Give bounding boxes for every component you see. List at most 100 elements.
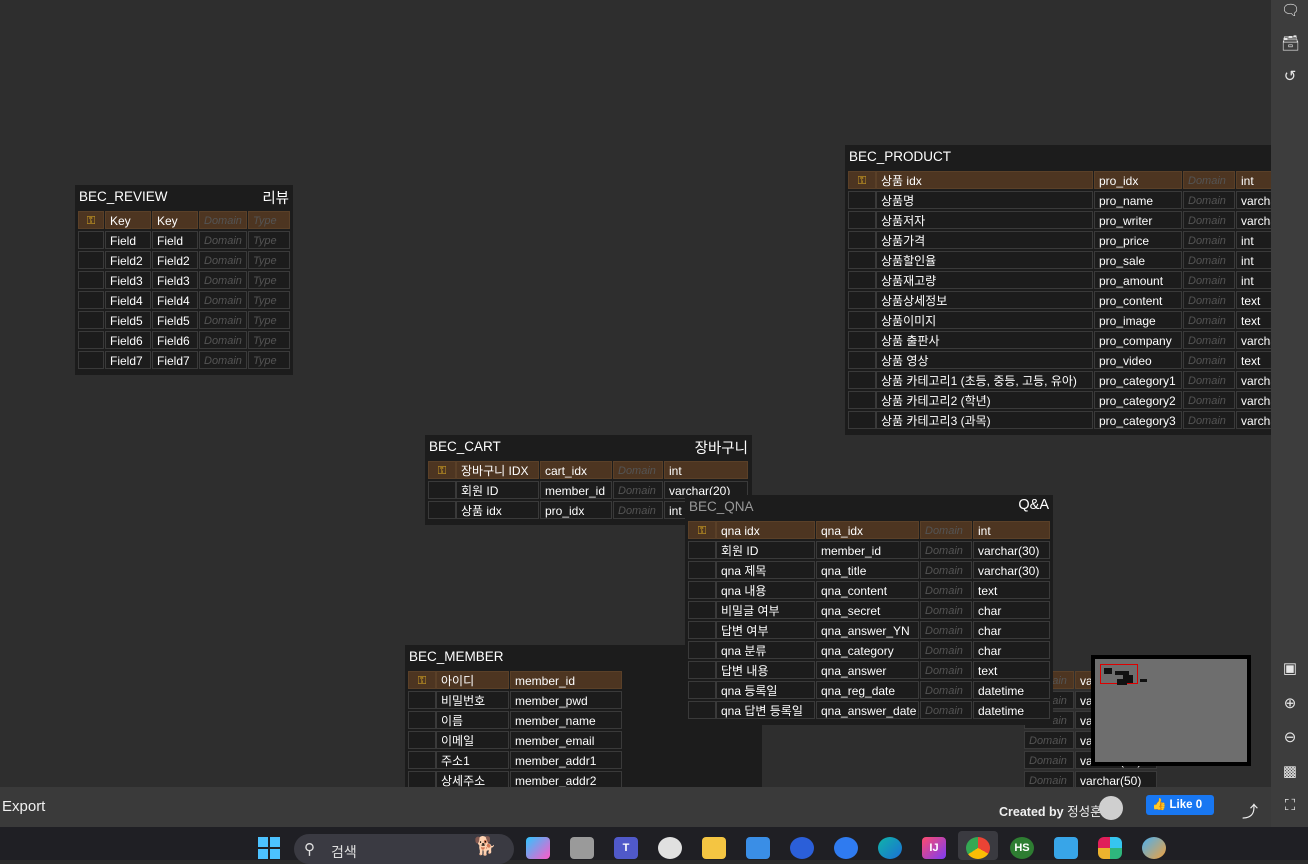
logical-name-cell[interactable]: 상품저자	[876, 211, 1093, 229]
physical-name-cell[interactable]: member_email	[510, 731, 622, 749]
key-cell[interactable]	[408, 711, 436, 729]
physical-name-cell[interactable]: pro_idx	[1094, 171, 1182, 189]
primary-key-row[interactable]: ⚿ 상품 idx pro_idx Domain int	[845, 170, 1271, 190]
physical-name-cell[interactable]: member_name	[510, 711, 622, 729]
key-cell[interactable]	[848, 371, 876, 389]
logical-name-cell[interactable]: Key	[105, 211, 151, 229]
logical-name-cell[interactable]: qna 등록일	[716, 681, 815, 699]
key-cell[interactable]	[78, 231, 104, 249]
logical-name-cell[interactable]: 회원 ID	[716, 541, 815, 559]
domain-cell[interactable]: Domain	[1024, 731, 1074, 749]
key-cell[interactable]	[428, 501, 456, 519]
logical-name-cell[interactable]: 상품이미지	[876, 311, 1093, 329]
physical-name-cell[interactable]: pro_company	[1094, 331, 1182, 349]
physical-name-cell[interactable]: Field2	[152, 251, 198, 269]
type-cell[interactable]: Type	[248, 211, 290, 229]
domain-cell[interactable]: Domain	[199, 291, 247, 309]
physical-name-cell[interactable]: pro_price	[1094, 231, 1182, 249]
logical-name-cell[interactable]: qna 제목	[716, 561, 815, 579]
physical-name-cell[interactable]: Field3	[152, 271, 198, 289]
physical-name-cell[interactable]: qna_reg_date	[816, 681, 919, 699]
physical-name-cell[interactable]: member_id	[540, 481, 612, 499]
copilot-icon[interactable]	[526, 837, 550, 859]
teams-icon[interactable]: T	[614, 837, 638, 859]
share-icon[interactable]: ⤴	[1242, 798, 1258, 822]
domain-cell[interactable]: Domain	[920, 641, 972, 659]
type-cell[interactable]: int	[1236, 251, 1271, 269]
key-cell[interactable]	[688, 541, 716, 559]
column-row[interactable]: 상품재고량 pro_amount Domain int	[845, 270, 1271, 290]
key-cell[interactable]	[78, 251, 104, 269]
logical-name-cell[interactable]: qna idx	[716, 521, 815, 539]
column-row[interactable]: Field Field Domain Type	[75, 230, 293, 250]
table-header[interactable]: BEC_QNA Q&A	[685, 495, 1053, 520]
key-cell[interactable]	[408, 691, 436, 709]
domain-cell[interactable]: Domain	[1183, 251, 1235, 269]
column-row[interactable]: 상품 영상 pro_video Domain text	[845, 350, 1271, 370]
logical-name-cell[interactable]: 상세주소	[436, 771, 509, 787]
physical-name-cell[interactable]: cart_idx	[540, 461, 612, 479]
physical-name-cell[interactable]: member_pwd	[510, 691, 622, 709]
domain-cell[interactable]: Domain	[920, 521, 972, 539]
logical-name-cell[interactable]: 답변 여부	[716, 621, 815, 639]
logical-name-cell[interactable]: 상품 idx	[456, 501, 539, 519]
key-cell[interactable]	[848, 211, 876, 229]
physical-name-cell[interactable]: member_addr1	[510, 751, 622, 769]
physical-name-cell[interactable]: qna_secret	[816, 601, 919, 619]
key-cell[interactable]: ⚿	[428, 461, 456, 479]
domain-cell[interactable]: Domain	[920, 661, 972, 679]
erd-canvas[interactable]: BEC_REVIEW 리뷰 ⚿ Key Key Domain Type Field Fiel…	[0, 0, 1271, 787]
domain-cell[interactable]: Domain	[199, 271, 247, 289]
domain-cell[interactable]: Domain	[1183, 231, 1235, 249]
physical-name-cell[interactable]: qna_answer_date	[816, 701, 919, 719]
physical-name-cell[interactable]: member_addr2	[510, 771, 622, 787]
key-cell[interactable]	[688, 661, 716, 679]
type-cell[interactable]: Type	[248, 231, 290, 249]
physical-name-cell[interactable]: Key	[152, 211, 198, 229]
type-cell[interactable]: int	[1236, 231, 1271, 249]
domain-cell[interactable]: Domain	[920, 541, 972, 559]
type-cell[interactable]: char	[973, 641, 1050, 659]
logical-name-cell[interactable]: 회원 ID	[456, 481, 539, 499]
type-cell[interactable]: text	[1236, 291, 1271, 309]
heidisql-icon[interactable]: HS	[1010, 837, 1034, 859]
key-cell[interactable]	[78, 351, 104, 369]
physical-name-cell[interactable]: pro_category1	[1094, 371, 1182, 389]
physical-name-cell[interactable]: qna_title	[816, 561, 919, 579]
task-view-icon[interactable]	[570, 837, 594, 859]
type-cell[interactable]: varchar	[1236, 371, 1271, 389]
physical-name-cell[interactable]: member_id	[510, 671, 622, 689]
column-row[interactable]: Field5 Field5 Domain Type	[75, 310, 293, 330]
domain-cell[interactable]: Domain	[1183, 271, 1235, 289]
domain-cell[interactable]: Domain	[920, 621, 972, 639]
logical-name-cell[interactable]: 상품 출판사	[876, 331, 1093, 349]
comment-icon[interactable]: 🗨	[1281, 2, 1300, 20]
type-cell[interactable]: text	[973, 661, 1050, 679]
logical-name-cell[interactable]: 상품상세정보	[876, 291, 1093, 309]
logical-name-cell[interactable]: qna 답변 등록일	[716, 701, 815, 719]
minimap-toggle-icon[interactable]: ▣	[1281, 660, 1299, 678]
physical-name-cell[interactable]: pro_amount	[1094, 271, 1182, 289]
physical-name-cell[interactable]: qna_content	[816, 581, 919, 599]
type-cell[interactable]: int	[973, 521, 1050, 539]
type-cell[interactable]: varchar	[1236, 211, 1271, 229]
key-cell[interactable]	[848, 271, 876, 289]
column-row[interactable]: 상세주소 member_addr2 Domain varchar(50)	[405, 770, 1157, 787]
logical-name-cell[interactable]: Field5	[105, 311, 151, 329]
key-cell[interactable]	[848, 231, 876, 249]
column-row[interactable]: 이메일member_emailDomainvarchar(30)	[405, 730, 1157, 750]
like-button[interactable]: 👍 Like 0	[1146, 795, 1214, 815]
logical-name-cell[interactable]: 비밀글 여부	[716, 601, 815, 619]
file-explorer-icon[interactable]	[702, 837, 726, 859]
physical-name-cell[interactable]: pro_idx	[540, 501, 612, 519]
column-row[interactable]: Field4 Field4 Domain Type	[75, 290, 293, 310]
logical-name-cell[interactable]: 아이디	[436, 671, 509, 689]
column-row[interactable]: Field6 Field6 Domain Type	[75, 330, 293, 350]
physical-name-cell[interactable]: Field	[152, 231, 198, 249]
domain-cell[interactable]: Domain	[1024, 751, 1074, 769]
column-row[interactable]: 비밀글 여부 qna_secret Domain char	[685, 600, 1053, 620]
type-cell[interactable]: varchar(30)	[973, 561, 1050, 579]
physical-name-cell[interactable]: member_id	[816, 541, 919, 559]
type-cell[interactable]: varchar(30)	[973, 541, 1050, 559]
key-cell[interactable]	[428, 481, 456, 499]
